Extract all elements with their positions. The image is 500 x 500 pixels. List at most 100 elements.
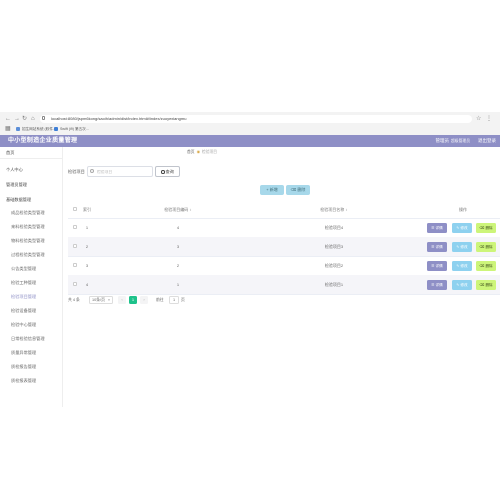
lock-icon — [42, 116, 45, 120]
column-header-code[interactable]: 检验项目编码⇕ — [128, 201, 228, 218]
breadcrumb-home[interactable]: 首页 — [187, 150, 195, 154]
batch-delete-button[interactable]: ⌫ 删除 — [286, 185, 310, 195]
apps-icon[interactable]: ▦ — [5, 125, 11, 133]
detail-button[interactable]: ☰ 详情 — [427, 260, 447, 271]
edit-label: 修改 — [460, 263, 468, 268]
sidebar-item-material-inspect-type[interactable]: 物料检验类型管理 — [0, 235, 62, 247]
query-button[interactable]: 查询 — [155, 166, 180, 177]
search-input[interactable] — [87, 166, 153, 177]
user-role: 超级管理员 — [451, 139, 470, 143]
page-button-current[interactable]: 1 — [129, 296, 137, 304]
sidebar-item-quality-statement[interactable]: 质检报表管理 — [0, 375, 62, 387]
row-checkbox[interactable] — [73, 282, 77, 286]
delete-button[interactable]: ⌫ 删除 — [476, 222, 496, 233]
sort-icon: ⇕ — [345, 208, 348, 212]
cell-index: 3 — [85, 263, 89, 268]
delete-label: 删除 — [485, 282, 493, 287]
sidebar-item-notice-type[interactable]: 公告类型管理 — [0, 263, 62, 275]
edit-button[interactable]: ✎ 修改 — [452, 222, 472, 233]
select-all-checkbox[interactable] — [73, 207, 77, 211]
cell-code: 2 — [176, 263, 180, 268]
search-label: 检验项目 — [68, 169, 85, 174]
sidebar-item-profile[interactable]: 个人中心 — [0, 164, 62, 176]
edit-button[interactable]: ✎ 修改 — [452, 241, 472, 252]
cell-name: 检验项目4 — [324, 225, 344, 230]
delete-label: 删除 — [485, 244, 493, 249]
next-page-button[interactable]: › — [140, 296, 148, 304]
sidebar-item-admin[interactable]: 管理员管理 — [0, 179, 62, 191]
bookmark-2[interactable]: Swift (i9) 第五次... — [54, 126, 89, 133]
edit-button[interactable]: ✎ 修改 — [452, 279, 472, 290]
prev-page-button[interactable]: ‹ — [118, 296, 126, 304]
goto-label: 前往 — [156, 298, 164, 302]
sidebar-item-daily-inspect[interactable]: 日常检验信息管理 — [0, 333, 62, 345]
delete-label: 删除 — [485, 225, 493, 230]
app-header: 中小型制造企业质量管理 管理员 超级管理员 退出登录 — [0, 135, 500, 147]
add-button[interactable]: + 新增 — [260, 185, 284, 195]
detail-label: 详情 — [435, 244, 443, 249]
table-header: 索引 检验项目编码⇕ 检验项目名称⇕ 操作 — [68, 201, 500, 219]
detail-label: 详情 — [435, 263, 443, 268]
detail-button[interactable]: ☰ 详情 — [427, 241, 447, 252]
sidebar-item-product-inspect-type[interactable]: 成品检验类型管理 — [0, 207, 62, 219]
search-icon — [161, 170, 165, 174]
sidebar-item-inspect-center[interactable]: 检验中心管理 — [0, 319, 62, 331]
forward-icon[interactable]: → — [14, 115, 20, 123]
cell-index: 1 — [85, 225, 89, 230]
search-icon — [90, 169, 94, 173]
table-row: 2 3 检验项目3 ☰ 详情 ✎ 修改 ⌫ 删除 — [68, 237, 500, 257]
cell-index: 4 — [85, 282, 89, 287]
url-text: localhost:8080/jspm6kong/saoih/admin/dis… — [51, 116, 187, 121]
sidebar-item-incoming-inspect-type[interactable]: 来料检验类型管理 — [0, 221, 62, 233]
goto-page-input[interactable]: 1 — [169, 296, 179, 304]
sidebar-item-inspect-job[interactable]: 检验工种管理 — [0, 277, 62, 289]
star-icon[interactable]: ☆ — [476, 115, 481, 123]
sidebar-item-base-data[interactable]: 基础数据管理 — [0, 194, 62, 206]
sidebar-item-quality-report[interactable]: 质检报告管理 — [0, 361, 62, 373]
back-icon[interactable]: ← — [5, 115, 11, 123]
breadcrumb-separator-icon: ◉ — [196, 150, 200, 154]
table-row: 1 4 检验项目4 ☰ 详情 ✎ 修改 ⌫ 删除 — [68, 218, 500, 238]
breadcrumb: 首页 ◉ 检验项目 — [187, 149, 217, 155]
sidebar-item-inspect-device[interactable]: 检验设备管理 — [0, 305, 62, 317]
browser-chrome: ← → ↻ ⌂ localhost:8080/jspm6kong/saoih/a… — [0, 112, 500, 136]
detail-label: 详情 — [435, 225, 443, 230]
delete-button[interactable]: ⌫ 删除 — [476, 260, 496, 271]
address-bar[interactable]: localhost:8080/jspm6kong/saoih/admin/dis… — [40, 115, 472, 123]
sidebar-item-home[interactable]: 首页 — [0, 147, 62, 159]
row-checkbox[interactable] — [73, 225, 77, 229]
edit-button[interactable]: ✎ 修改 — [452, 260, 472, 271]
cell-name: 检验项目3 — [324, 244, 344, 249]
detail-button[interactable]: ☰ 详情 — [427, 279, 447, 290]
delete-button[interactable]: ⌫ 删除 — [476, 279, 496, 290]
user-name: 管理员 — [435, 138, 450, 143]
sidebar-item-quality-exception[interactable]: 质量异常管理 — [0, 347, 62, 359]
chevron-down-icon: ▼ — [107, 298, 111, 302]
menu-icon[interactable]: ⋮ — [486, 115, 492, 123]
column-header-index: 索引 — [83, 207, 91, 212]
sidebar-item-inspect-project[interactable]: 检验项目管理 — [0, 291, 62, 303]
column-header-actions: 操作 — [459, 207, 467, 212]
detail-button[interactable]: ☰ 详情 — [427, 222, 447, 233]
sort-icon: ⇕ — [189, 208, 192, 212]
delete-button[interactable]: ⌫ 删除 — [476, 241, 496, 252]
bookmark-icon — [54, 127, 58, 132]
cell-index: 2 — [85, 244, 89, 249]
breadcrumb-current: 检验项目 — [201, 150, 218, 154]
sidebar-item-process-inspect-type[interactable]: 过程检验类型管理 — [0, 249, 62, 261]
logout-button[interactable]: 退出登录 — [478, 138, 496, 143]
row-checkbox[interactable] — [73, 263, 77, 267]
row-checkbox[interactable] — [73, 244, 77, 248]
home-icon[interactable]: ⌂ — [31, 115, 35, 123]
cell-code: 1 — [176, 282, 180, 287]
reload-icon[interactable]: ↻ — [22, 115, 27, 123]
cell-name: 检验项目2 — [324, 263, 344, 268]
sidebar: 首页 个人中心 管理员管理 基础数据管理 成品检验类型管理 来料检验类型管理 物… — [0, 147, 63, 407]
table-row: 3 2 检验项目2 ☰ 详情 ✎ 修改 ⌫ 删除 — [68, 256, 500, 276]
header-user-area: 管理员 超级管理员 退出登录 — [428, 135, 496, 147]
page-size-select[interactable]: 10条/页 ▼ — [89, 296, 113, 304]
bookmark-1[interactable]: 招生网站系统 (软件... — [16, 126, 56, 133]
table-row: 4 1 检验项目1 ☰ 详情 ✎ 修改 ⌫ 删除 — [68, 275, 500, 295]
column-header-name[interactable]: 检验项目名称⇕ — [284, 201, 384, 218]
column-header-name-label: 检验项目名称 — [320, 207, 345, 212]
